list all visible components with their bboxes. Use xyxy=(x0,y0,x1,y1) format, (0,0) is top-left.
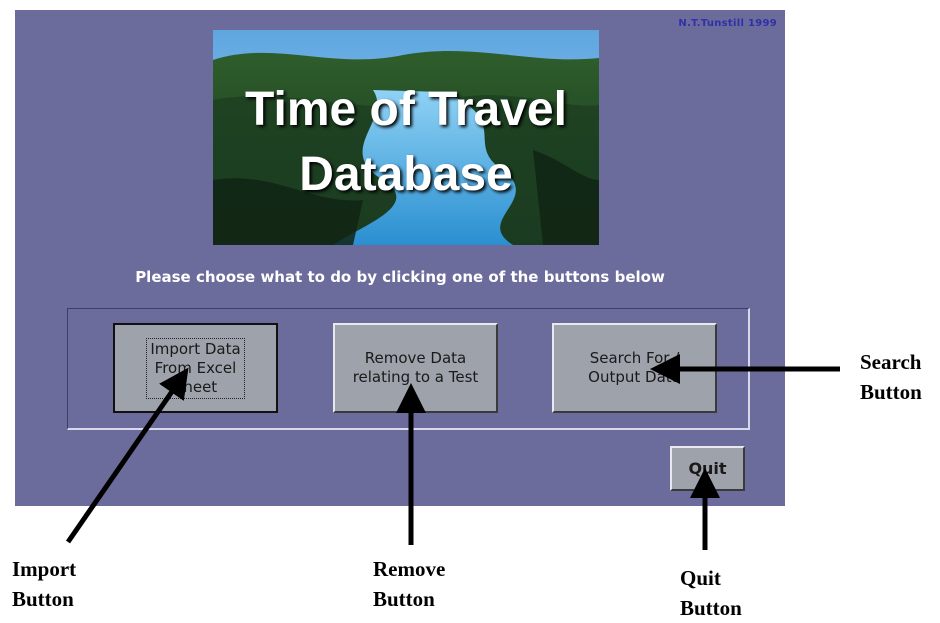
import-arrow xyxy=(65,367,189,544)
search-callout: Search Button xyxy=(860,350,922,404)
import-callout: Import Button xyxy=(12,557,77,611)
quit-callout: Quit Button xyxy=(680,566,742,620)
annotation-arrows xyxy=(65,354,840,550)
remove-callout: Remove Button xyxy=(373,557,446,611)
